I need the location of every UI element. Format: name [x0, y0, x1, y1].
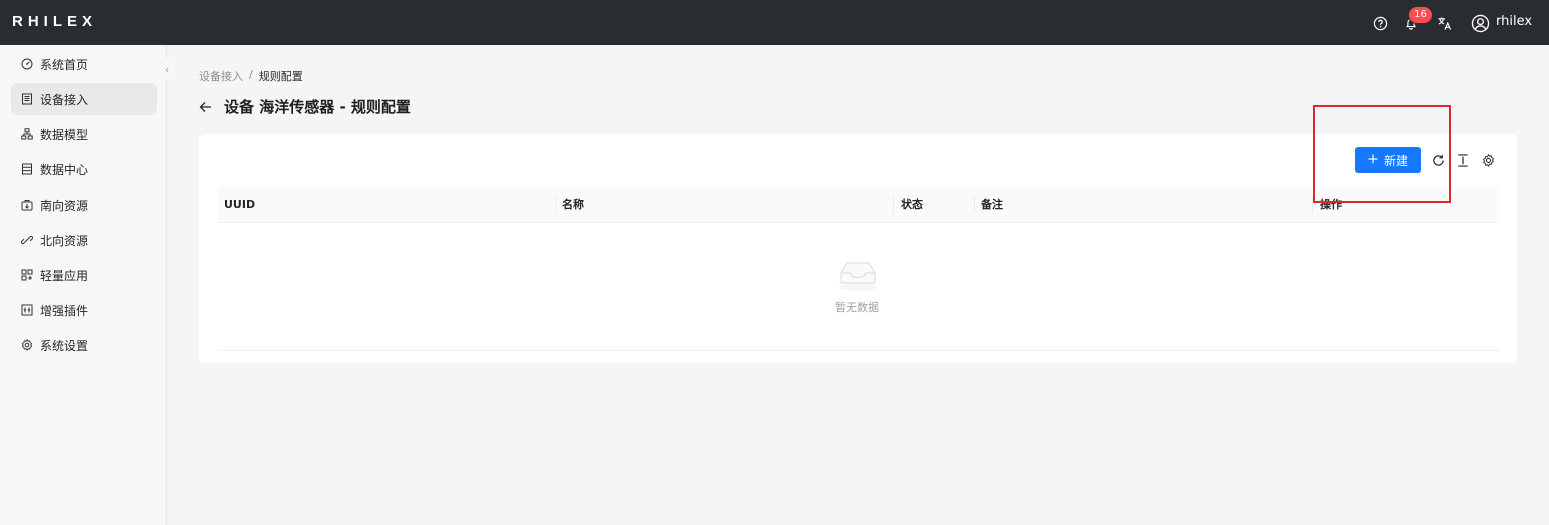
breadcrumb-parent[interactable]: 设备接入 — [199, 68, 243, 84]
column-header-name[interactable]: 名称 — [562, 186, 584, 223]
column-divider — [893, 196, 894, 213]
breadcrumb-separator: / — [249, 68, 253, 81]
plus-icon — [1368, 153, 1378, 167]
translate-icon[interactable] — [1435, 14, 1453, 32]
plugin-icon — [21, 304, 33, 316]
app-logo[interactable]: RHILEX — [12, 13, 97, 30]
breadcrumb: 设备接入 / 规则配置 — [199, 68, 303, 84]
sidebar-item-data-center[interactable]: 数据中心 — [11, 153, 157, 185]
settings-icon — [21, 339, 33, 351]
new-button-label: 新建 — [1383, 153, 1408, 168]
datacenter-icon — [21, 163, 33, 175]
help-icon[interactable] — [1371, 14, 1389, 32]
content-card — [199, 134, 1517, 363]
breadcrumb-current: 规则配置 — [258, 70, 303, 83]
dashboard-icon — [21, 58, 33, 70]
back-arrow-icon[interactable] — [199, 100, 213, 114]
sidebar-item-label: 设备接入 — [40, 92, 89, 107]
sidebar-item-label: 数据中心 — [40, 162, 89, 177]
notification-badge: 16 — [1409, 7, 1432, 23]
user-avatar-icon[interactable] — [1470, 13, 1490, 33]
column-header-status[interactable]: 状态 — [901, 186, 923, 223]
reload-icon[interactable] — [1431, 153, 1445, 167]
sidebar-item-label: 南向资源 — [40, 198, 89, 213]
device-icon — [21, 93, 33, 105]
column-header-uuid[interactable]: UUID — [224, 186, 255, 223]
model-icon — [21, 128, 33, 140]
sidebar-item-label: 增强插件 — [40, 303, 89, 318]
sidebar-item-label: 轻量应用 — [40, 268, 89, 283]
table-header: UUID 名称 状态 备注 操作 — [218, 186, 1499, 223]
page-title: 设备 海洋传感器 - 规则配置 — [224, 98, 411, 116]
app-icon — [21, 269, 33, 281]
empty-inbox-icon — [836, 257, 880, 291]
column-divider — [555, 196, 556, 213]
column-header-actions[interactable]: 操作 — [1320, 186, 1342, 223]
new-rule-button[interactable]: 新建 — [1355, 147, 1421, 173]
top-bar: RHILEX — [0, 0, 1549, 45]
column-divider — [974, 196, 975, 213]
sidebar-item-dashboard[interactable]: 系统首页 — [11, 48, 157, 80]
settings-gear-icon[interactable] — [1481, 153, 1495, 167]
sidebar-item-plugins[interactable]: 增强插件 — [11, 294, 157, 326]
sidebar-item-light-app[interactable]: 轻量应用 — [11, 259, 157, 291]
column-divider — [1312, 196, 1313, 213]
empty-state-text: 暂无数据 — [835, 301, 879, 314]
column-height-icon[interactable] — [1456, 153, 1470, 167]
page-header: 设备 海洋传感器 - 规则配置 — [199, 96, 411, 117]
sidebar-item-label: 北向资源 — [40, 233, 89, 248]
sidebar-item-label: 系统首页 — [40, 57, 89, 72]
collapse-sidebar-icon[interactable]: ‹ — [159, 58, 175, 80]
sidebar-item-settings[interactable]: 系统设置 — [11, 329, 157, 361]
southbound-icon — [21, 199, 33, 211]
sidebar-item-southbound[interactable]: 南向资源 — [11, 189, 157, 221]
sidebar-item-device-access[interactable]: 设备接入 — [11, 83, 157, 115]
table-bottom-border — [218, 350, 1499, 351]
sidebar-item-data-model[interactable]: 数据模型 — [11, 118, 157, 150]
sidebar-item-label: 数据模型 — [40, 127, 89, 142]
sidebar-item-northbound[interactable]: 北向资源 — [11, 224, 157, 256]
username[interactable]: rhilex — [1496, 14, 1532, 29]
northbound-icon — [21, 234, 33, 246]
column-header-remark[interactable]: 备注 — [981, 186, 1003, 223]
sidebar-item-label: 系统设置 — [40, 338, 89, 353]
